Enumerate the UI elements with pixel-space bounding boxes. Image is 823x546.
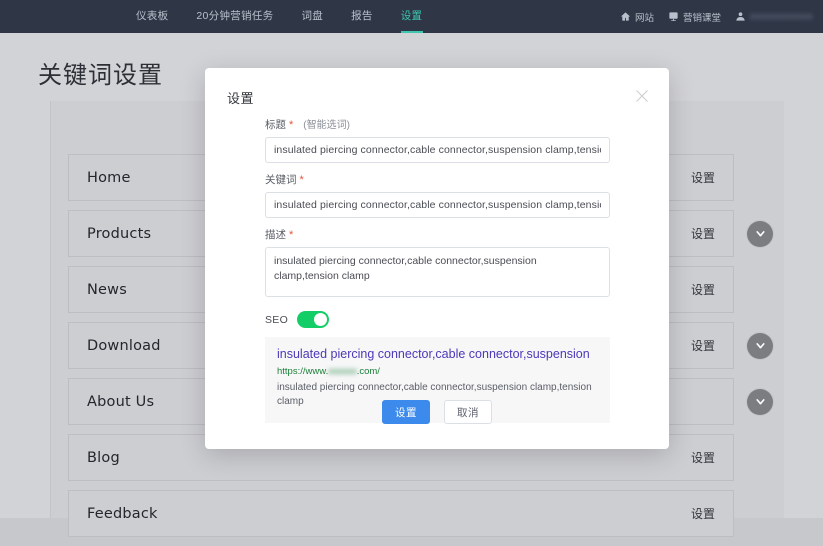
modal-body: 标题 * (智能选词) 关键词 * 描述 * SEO <box>265 116 610 423</box>
row-label: Blog <box>87 450 120 466</box>
row-label: Home <box>87 170 131 186</box>
top-navbar: 仪表板 20分钟营销任务 词盘 报告 设置 网站 营销课堂 xxxxxxxxxx… <box>0 0 823 33</box>
chevron-down-icon[interactable] <box>747 389 773 415</box>
row-settings-button[interactable]: 设置 <box>691 225 715 242</box>
row-settings-button[interactable]: 设置 <box>691 337 715 354</box>
description-field-group: 描述 * <box>265 227 610 302</box>
table-row[interactable]: Feedback 设置 <box>68 490 734 537</box>
required-mark: * <box>300 175 304 186</box>
title-field-group: 标题 * (智能选词) <box>265 116 610 163</box>
nav-item-settings[interactable]: 设置 <box>387 0 437 33</box>
cancel-button[interactable]: 取消 <box>444 400 492 424</box>
nav-academy-label: 营销课堂 <box>683 10 721 24</box>
nav-user-menu[interactable]: xxxxxxxxxxxx <box>735 11 813 22</box>
nav-item-dashboard[interactable]: 仪表板 <box>122 0 182 33</box>
title-field-hint[interactable]: (智能选词) <box>303 116 350 131</box>
seo-preview-url-domain: xxxxxx <box>328 366 357 377</box>
nav-site-link[interactable]: 网站 <box>620 10 654 24</box>
keyword-field-label: 关键词 * <box>265 172 610 187</box>
row-settings-button[interactable]: 设置 <box>691 281 715 298</box>
nav-item-report[interactable]: 报告 <box>337 0 387 33</box>
chevron-down-icon[interactable] <box>747 333 773 359</box>
row-settings-button[interactable]: 设置 <box>691 505 715 522</box>
description-label-text: 描述 <box>265 227 286 242</box>
close-icon[interactable] <box>633 87 651 105</box>
presentation-icon <box>668 11 679 22</box>
keyword-label-text: 关键词 <box>265 172 297 187</box>
required-mark: * <box>289 120 293 131</box>
seo-preview-url: https://www.xxxxxx.com/ <box>277 366 598 377</box>
seo-label: SEO <box>265 314 288 326</box>
keyword-input[interactable] <box>265 192 610 218</box>
row-settings-button[interactable]: 设置 <box>691 449 715 466</box>
page-title: 关键词设置 <box>38 55 163 90</box>
user-icon <box>735 11 746 22</box>
seo-preview-url-prefix: https://www. <box>277 366 328 377</box>
modal-footer: 设置 取消 <box>205 400 669 424</box>
confirm-button[interactable]: 设置 <box>382 400 430 424</box>
description-field-label: 描述 * <box>265 227 610 242</box>
row-label: Download <box>87 338 161 354</box>
description-textarea[interactable] <box>265 247 610 297</box>
title-input[interactable] <box>265 137 610 163</box>
row-label: News <box>87 282 127 298</box>
modal-title: 设置 <box>227 88 254 107</box>
seo-toggle-row: SEO <box>265 311 610 328</box>
nav-item-keyword-board[interactable]: 词盘 <box>288 0 338 33</box>
nav-academy-link[interactable]: 营销课堂 <box>668 10 721 24</box>
row-label: About Us <box>87 394 154 410</box>
row-label: Feedback <box>87 506 158 522</box>
chevron-down-icon[interactable] <box>747 221 773 247</box>
row-label: Products <box>87 226 151 242</box>
nav-site-label: 网站 <box>635 10 654 24</box>
seo-toggle[interactable] <box>297 311 329 328</box>
nav-item-marketing-task[interactable]: 20分钟营销任务 <box>182 0 287 33</box>
seo-toggle-knob <box>314 313 327 326</box>
keyword-field-group: 关键词 * <box>265 172 610 218</box>
seo-preview-title[interactable]: insulated piercing connector,cable conne… <box>277 347 598 363</box>
required-mark: * <box>289 230 293 241</box>
title-field-label: 标题 * (智能选词) <box>265 116 610 132</box>
title-label-text: 标题 <box>265 117 286 132</box>
settings-modal: 设置 标题 * (智能选词) 关键词 * 描述 * <box>205 68 669 449</box>
main-nav: 仪表板 20分钟营销任务 词盘 报告 设置 <box>122 0 436 33</box>
seo-preview-url-suffix: .com/ <box>357 366 380 377</box>
nav-user-name: xxxxxxxxxxxx <box>750 11 813 22</box>
home-icon <box>620 11 631 22</box>
row-settings-button[interactable]: 设置 <box>691 169 715 186</box>
nav-right-group: 网站 营销课堂 xxxxxxxxxxxx <box>620 10 813 24</box>
